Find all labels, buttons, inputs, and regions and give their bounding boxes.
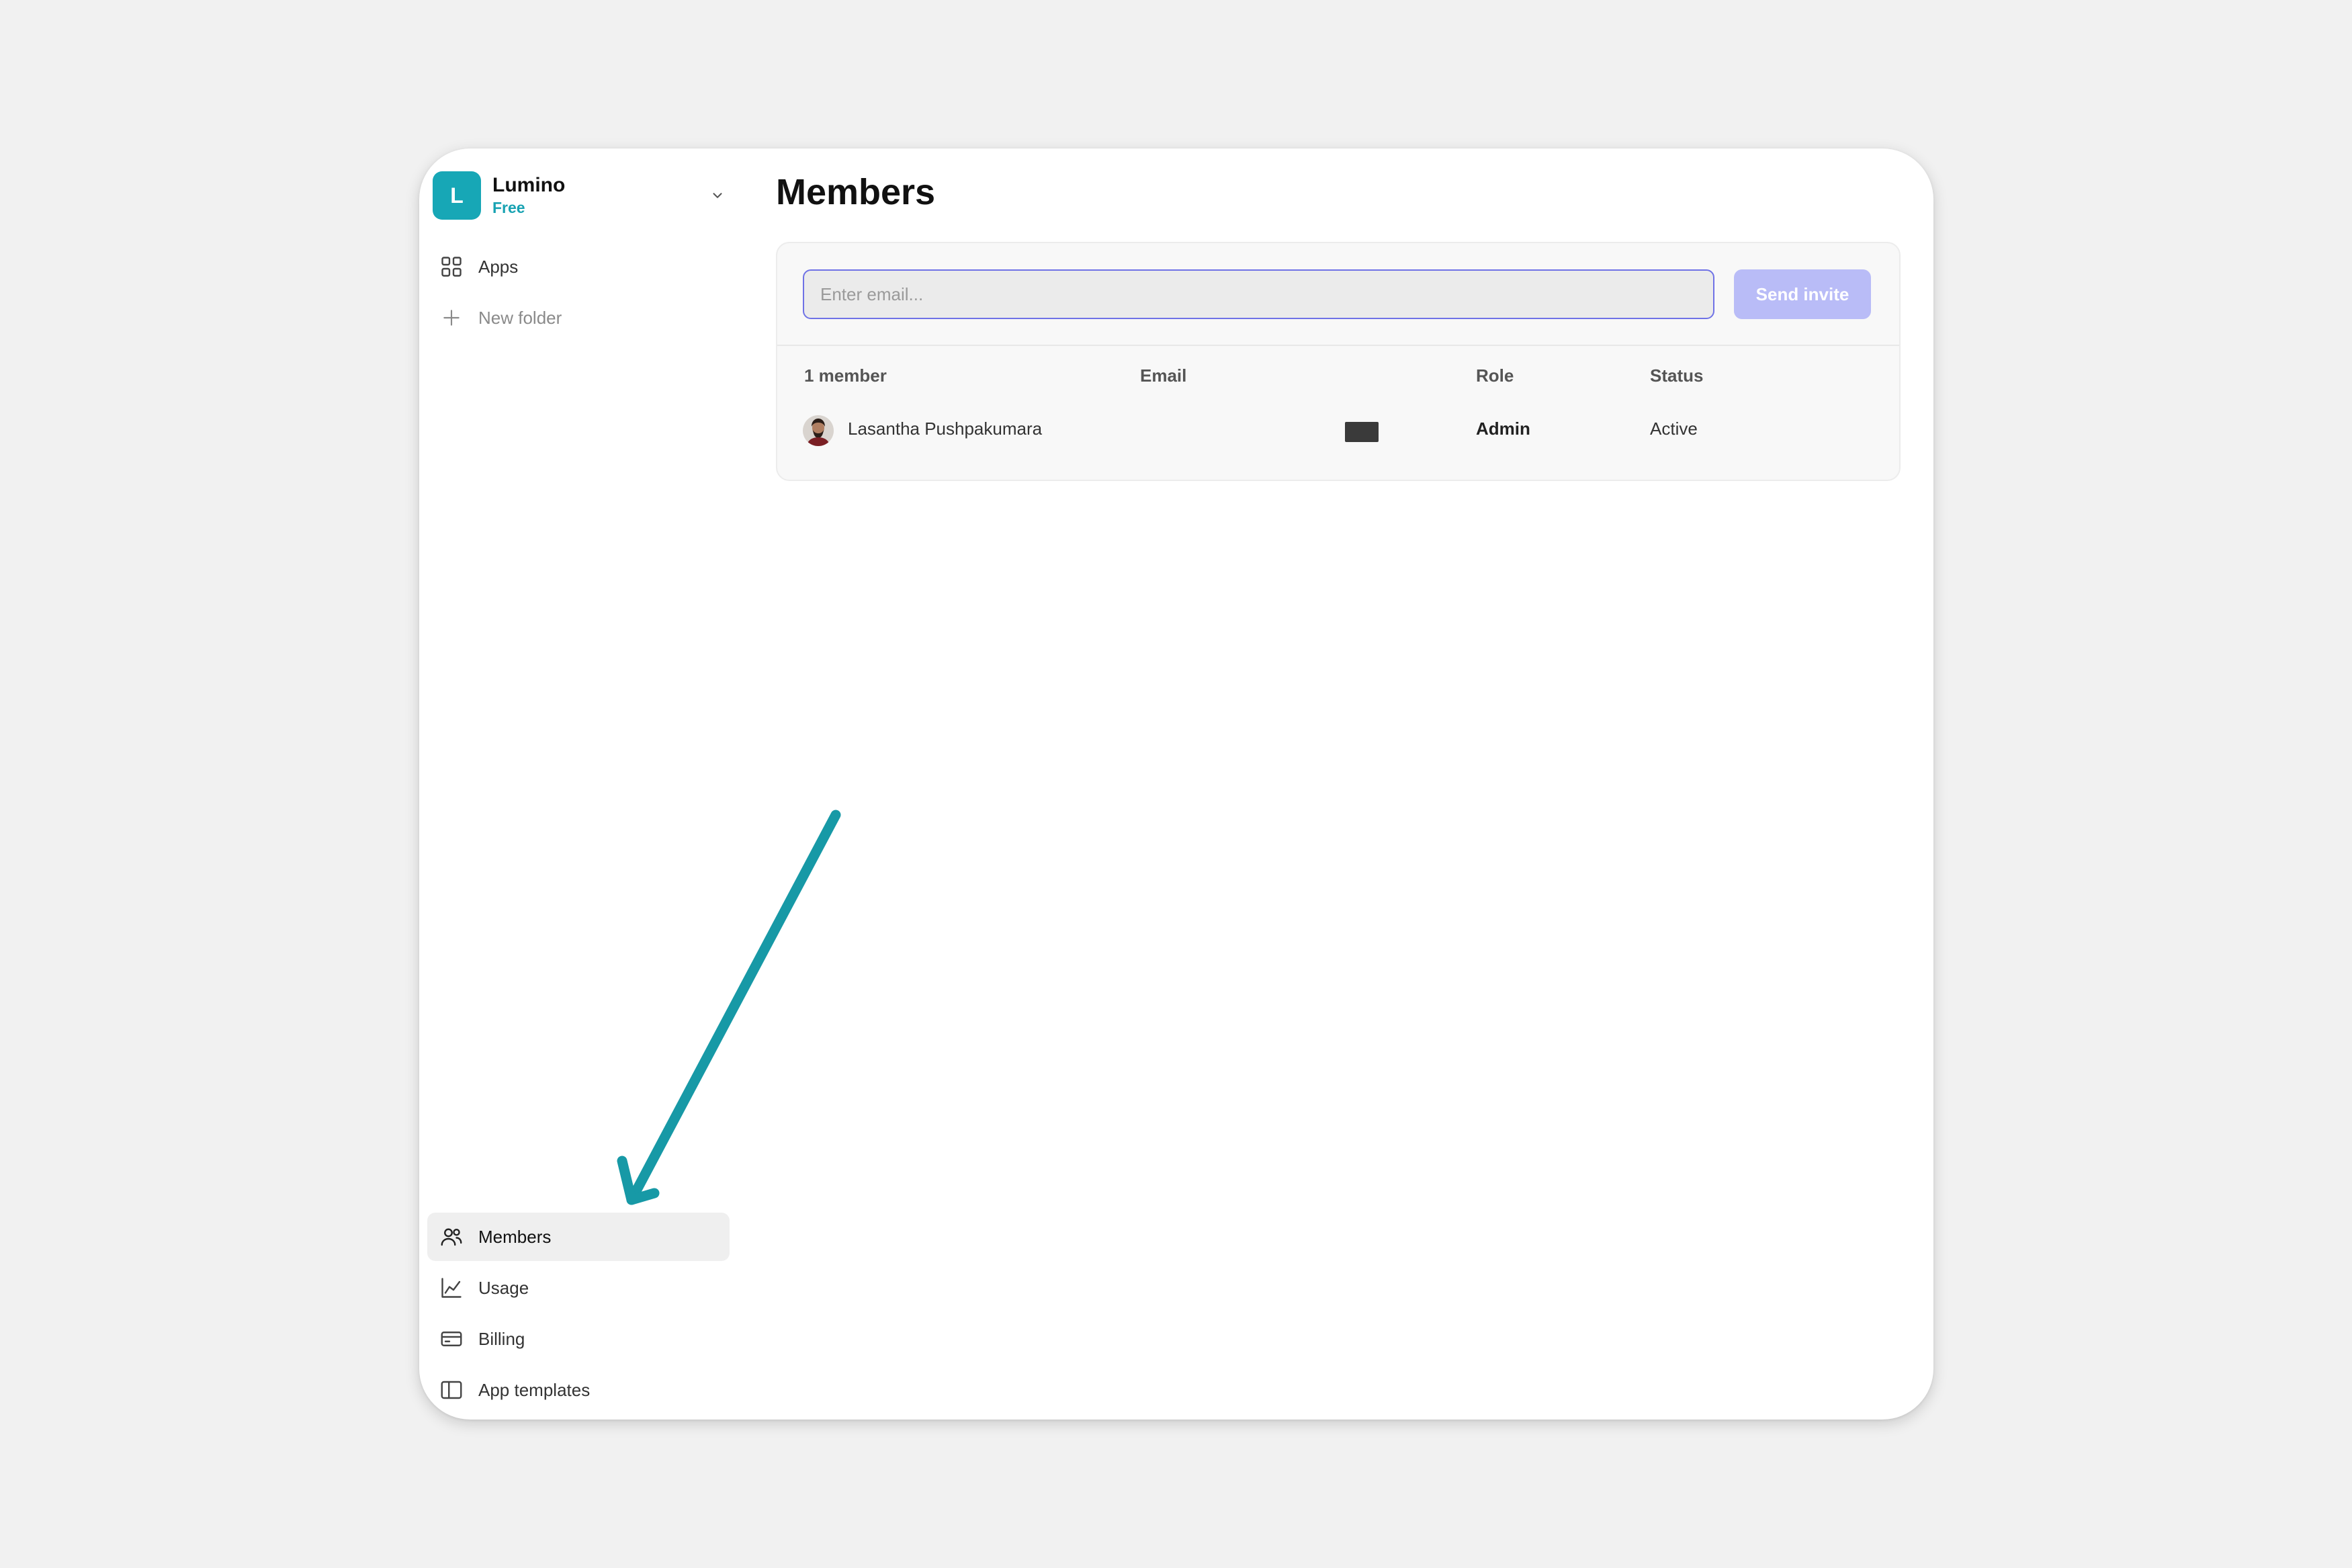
sidebar-item-app-templates[interactable]: App templates: [427, 1366, 730, 1414]
page-title: Members: [776, 172, 936, 212]
invite-email-input[interactable]: [803, 269, 1714, 319]
table-header: 1 member Email Role Status: [777, 362, 1899, 389]
sidebar-item-label: Apps: [478, 256, 519, 277]
sidebar-item-label: App templates: [478, 1379, 591, 1400]
sidebar-item-label: Usage: [478, 1277, 529, 1298]
invite-row: Send invite: [777, 243, 1899, 346]
header-role: Role: [1476, 365, 1514, 386]
users-icon: [438, 1223, 465, 1250]
email-redacted-block: [1345, 422, 1379, 442]
sidebar-item-members[interactable]: Members: [427, 1213, 730, 1261]
workspace-logo: L: [433, 171, 481, 220]
sidebar-item-billing[interactable]: Billing: [427, 1315, 730, 1363]
header-status: Status: [1650, 365, 1704, 386]
workspace-switcher[interactable]: L Lumino Free: [433, 170, 728, 221]
send-invite-button[interactable]: Send invite: [1734, 269, 1871, 319]
member-role[interactable]: Admin: [1476, 415, 1530, 442]
app-window: L Lumino Free Apps New folder Members Us…: [419, 148, 1933, 1420]
sidebar-item-label: Billing: [478, 1328, 525, 1349]
sidebar-item-usage[interactable]: Usage: [427, 1264, 730, 1312]
header-member-count: 1 member: [804, 365, 887, 386]
header-email: Email: [1140, 365, 1187, 386]
sidebar-item-apps[interactable]: Apps: [427, 243, 730, 291]
sidebar: L Lumino Free Apps New folder Members Us…: [419, 148, 742, 1420]
table-row[interactable]: Lasantha Pushpakumara Admin Active: [777, 400, 1899, 458]
sidebar-item-new-folder[interactable]: New folder: [427, 294, 730, 342]
plus-icon: [438, 304, 465, 331]
chevron-down-icon[interactable]: [707, 185, 728, 206]
sidebar-item-label: New folder: [478, 307, 562, 328]
grid-icon: [438, 253, 465, 280]
chart-line-icon: [438, 1274, 465, 1301]
member-status: Active: [1650, 419, 1698, 439]
member-name: Lasantha Pushpakumara: [848, 419, 1043, 439]
workspace-name: Lumino: [492, 174, 566, 196]
credit-card-icon: [438, 1325, 465, 1352]
book-open-icon: [438, 1377, 465, 1403]
avatar: [803, 415, 834, 446]
members-card: Send invite 1 member Email Role Status L…: [776, 242, 1901, 481]
workspace-plan: Free: [492, 199, 525, 216]
sidebar-item-label: Members: [478, 1226, 552, 1247]
